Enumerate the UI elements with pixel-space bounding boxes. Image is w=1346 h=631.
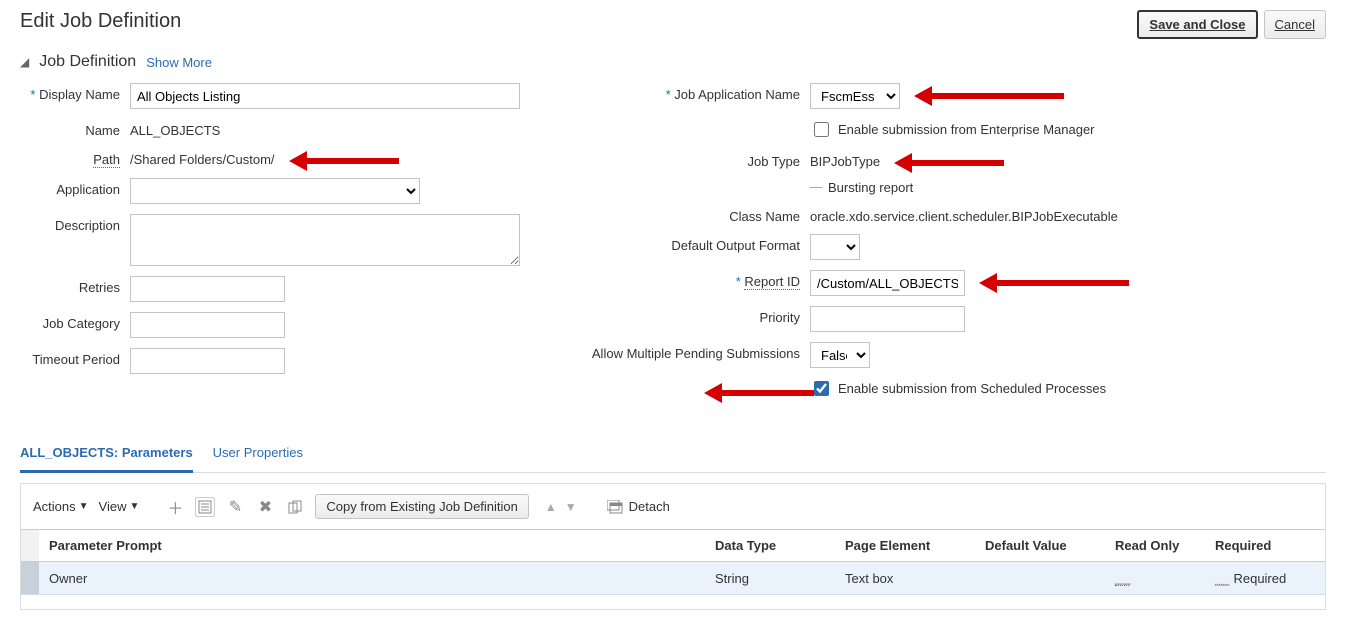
col-page-element: Page Element xyxy=(835,530,975,562)
display-name-label: Display Name xyxy=(20,83,130,102)
cell-prompt: Owner xyxy=(39,562,705,595)
list-icon[interactable] xyxy=(195,497,215,517)
timeout-label: Timeout Period xyxy=(20,348,130,367)
path-value: /Shared Folders/Custom/ xyxy=(130,148,275,167)
job-type-value: BIPJobType xyxy=(810,150,880,169)
report-id-input[interactable] xyxy=(810,270,965,296)
actions-menu[interactable]: Actions▼ xyxy=(33,499,89,514)
row-handle-header xyxy=(21,530,39,562)
class-name-label: Class Name xyxy=(580,205,810,224)
collapse-icon[interactable]: ◢ xyxy=(20,55,29,69)
retries-input[interactable] xyxy=(130,276,285,302)
move-up-icon[interactable]: ▲ xyxy=(545,500,557,514)
bursting-label: Bursting report xyxy=(828,180,913,195)
move-down-icon[interactable]: ▼ xyxy=(565,500,577,514)
retries-label: Retries xyxy=(20,276,130,295)
timeout-input[interactable] xyxy=(130,348,285,374)
enable-scheduled-label: Enable submission from Scheduled Process… xyxy=(838,381,1106,396)
description-label: Description xyxy=(20,214,130,233)
job-category-label: Job Category xyxy=(20,312,130,331)
show-more-link[interactable]: Show More xyxy=(146,55,212,70)
copy-from-existing-button[interactable]: Copy from Existing Job Definition xyxy=(315,494,528,519)
annotation-arrow xyxy=(979,276,1129,290)
allow-multiple-select[interactable]: False xyxy=(810,342,870,368)
spacer xyxy=(580,180,810,184)
detach-button[interactable]: Detach xyxy=(607,499,670,514)
job-type-label: Job Type xyxy=(580,150,810,169)
annotation-arrow xyxy=(894,156,1004,170)
view-menu[interactable]: View▼ xyxy=(99,499,140,514)
annotation-arrow xyxy=(289,154,399,168)
enable-em-label: Enable submission from Enterprise Manage… xyxy=(838,122,1095,137)
name-value: ALL_OBJECTS xyxy=(130,119,220,138)
cell-default-value xyxy=(975,562,1105,595)
priority-label: Priority xyxy=(580,306,810,325)
tab-parameters[interactable]: ALL_OBJECTS: Parameters xyxy=(20,439,193,473)
spacer xyxy=(580,378,810,382)
section-title: Job Definition xyxy=(39,53,136,71)
cell-required: __Required xyxy=(1205,562,1325,595)
col-read-only: Read Only xyxy=(1105,530,1205,562)
default-output-label: Default Output Format xyxy=(580,234,810,253)
col-parameter-prompt: Parameter Prompt xyxy=(39,530,705,562)
path-label: Path xyxy=(20,148,130,167)
application-select[interactable] xyxy=(130,178,420,204)
allow-multiple-label: Allow Multiple Pending Submissions xyxy=(580,342,810,361)
job-app-name-label: Job Application Name xyxy=(580,83,810,102)
edit-icon[interactable]: ✎ xyxy=(225,497,245,517)
row-handle[interactable] xyxy=(21,562,39,595)
name-label: Name xyxy=(20,119,130,138)
cell-data-type: String xyxy=(705,562,835,595)
spacer xyxy=(580,119,810,123)
report-id-label: Report ID xyxy=(580,270,810,289)
application-label: Application xyxy=(20,178,130,197)
col-data-type: Data Type xyxy=(705,530,835,562)
job-app-name-select[interactable]: FscmEss xyxy=(810,83,900,109)
col-default-value: Default Value xyxy=(975,530,1105,562)
enable-em-checkbox[interactable] xyxy=(814,122,829,137)
page-title: Edit Job Definition xyxy=(20,10,181,33)
annotation-arrow xyxy=(704,386,814,400)
add-icon[interactable]: ＋ xyxy=(165,497,185,517)
priority-input[interactable] xyxy=(810,306,965,332)
annotation-arrow xyxy=(914,89,1064,103)
description-textarea[interactable] xyxy=(130,214,520,266)
col-required: Required xyxy=(1205,530,1325,562)
cancel-button[interactable]: Cancel xyxy=(1264,10,1326,39)
display-name-input[interactable] xyxy=(130,83,520,109)
tab-user-properties[interactable]: User Properties xyxy=(213,439,303,472)
delete-icon[interactable]: ✖ xyxy=(255,497,275,517)
class-name-value: oracle.xdo.service.client.scheduler.BIPJ… xyxy=(810,205,1118,224)
save-and-close-button[interactable]: Save and Close xyxy=(1137,10,1257,39)
cell-read-only: __ xyxy=(1105,562,1205,595)
job-category-input[interactable] xyxy=(130,312,285,338)
default-output-select[interactable] xyxy=(810,234,860,260)
duplicate-icon[interactable] xyxy=(285,497,305,517)
cell-page-element: Text box xyxy=(835,562,975,595)
table-row[interactable]: Owner String Text box __ __Required xyxy=(21,562,1325,595)
enable-scheduled-checkbox[interactable] xyxy=(814,381,829,396)
bursting-dash xyxy=(810,187,822,188)
